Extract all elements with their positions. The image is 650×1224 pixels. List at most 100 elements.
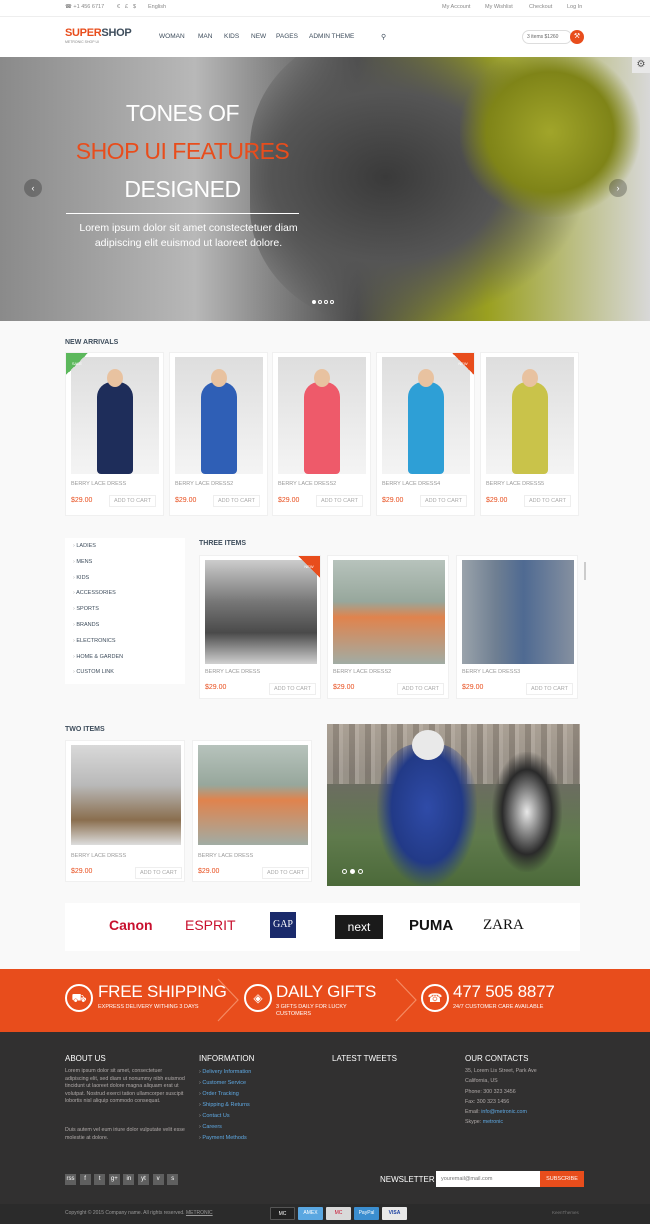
currency-gbp[interactable]: £ (125, 4, 128, 10)
footer-info-link[interactable]: Order Tracking (199, 1091, 238, 1097)
add-to-cart-button[interactable]: ADD TO CART (316, 495, 363, 507)
footer-info-link[interactable]: Shipping & Returns (199, 1102, 249, 1108)
nav-woman[interactable]: WOMAN (159, 33, 185, 40)
banner-dot[interactable] (342, 869, 347, 874)
sidebar-item[interactable]: › BRANDS (73, 622, 99, 628)
gear-icon[interactable]: ⚙ (632, 57, 650, 73)
skype-link[interactable]: metronic (483, 1119, 503, 1125)
product-image[interactable] (462, 560, 574, 664)
shopping-cart-icon[interactable]: ⚒ (570, 30, 584, 44)
googleplus-icon[interactable]: g+ (108, 1174, 120, 1185)
currency-usd[interactable]: $ (133, 4, 136, 10)
nav-pages[interactable]: PAGES (276, 33, 298, 40)
link-checkout[interactable]: Checkout (529, 4, 552, 10)
add-to-cart-button[interactable]: ADD TO CART (269, 683, 316, 695)
product-image[interactable] (175, 357, 263, 474)
brand-puma[interactable]: PUMA (409, 917, 453, 934)
product-card[interactable]: BERRY LACE DRESS $29.00 ADD TO CART SALE (65, 352, 164, 516)
cart-summary[interactable]: 3 items $1260 (522, 30, 572, 44)
nav-kids[interactable]: KIDS (224, 33, 239, 40)
product-card[interactable]: BERRY LACE DRESS2 $29.00 ADD TO CART (169, 352, 268, 516)
product-card[interactable]: BERRY LACE DRESS2 $29.00 ADD TO CART (272, 352, 371, 516)
youtube-icon[interactable]: yt (138, 1174, 149, 1185)
product-card[interactable]: BERRY LACE DRESS3 $29.00 ADD TO CART (456, 555, 578, 699)
copyright-brand[interactable]: METRONIC (186, 1210, 213, 1216)
footer-info-link[interactable]: Payment Methods (199, 1135, 246, 1141)
three-items-title: THREE ITEMS (199, 540, 247, 547)
product-image[interactable] (71, 745, 181, 845)
slider-dot[interactable] (330, 300, 334, 304)
slider-dot[interactable] (318, 300, 322, 304)
brand-zara[interactable]: ZARA (483, 917, 524, 934)
add-to-cart-button[interactable]: ADD TO CART (524, 495, 571, 507)
facebook-icon[interactable]: f (79, 1174, 91, 1185)
prev-arrow-icon[interactable]: ‹ (24, 179, 42, 197)
product-card[interactable]: BERRY LACE DRESS $29.00 ADD TO CART NEW (199, 555, 321, 699)
next-arrow-icon[interactable]: › (609, 179, 627, 197)
product-card[interactable]: BERRY LACE DRESS2 $29.00 ADD TO CART (327, 555, 449, 699)
add-to-cart-button[interactable]: ADD TO CART (526, 683, 573, 695)
slider-dot[interactable] (312, 300, 316, 304)
sports-banner-image[interactable] (327, 724, 580, 886)
sidebar-item[interactable]: › CUSTOM LINK (73, 669, 114, 675)
powered-by[interactable]: KeenThemes (552, 1210, 579, 1215)
sidebar-item[interactable]: › MENS (73, 559, 92, 565)
add-to-cart-button[interactable]: ADD TO CART (135, 867, 182, 879)
footer-info-link[interactable]: Customer Service (199, 1080, 246, 1086)
currency-eur[interactable]: € (117, 4, 120, 10)
language-select[interactable]: English (148, 4, 166, 10)
product-card[interactable]: BERRY LACE DRESS4 $29.00 ADD TO CART NEW (376, 352, 475, 516)
footer-info-link[interactable]: Contact Us (199, 1113, 229, 1119)
sidebar-item[interactable]: › KIDS (73, 575, 89, 581)
product-image[interactable] (198, 745, 308, 845)
product-image[interactable] (486, 357, 574, 474)
hero-slider: TONES OF SHOP UI FEATURES DESIGNED Lorem… (0, 57, 650, 321)
brand-gap[interactable]: GAP (270, 912, 296, 938)
brand-next[interactable]: next (335, 915, 383, 939)
subscribe-button[interactable]: SUBSCRIBE (540, 1171, 584, 1187)
footer-info-link[interactable]: Careers (199, 1124, 222, 1130)
newsletter-email-input[interactable] (436, 1171, 540, 1187)
scrollbar[interactable] (584, 562, 586, 580)
sidebar-item[interactable]: › LADIES (73, 543, 96, 549)
product-card[interactable]: BERRY LACE DRESS5 $29.00 ADD TO CART (480, 352, 579, 516)
nav-admin-theme[interactable]: ADMIN THEME (309, 33, 354, 40)
slider-dot[interactable] (324, 300, 328, 304)
product-card[interactable]: BERRY LACE DRESS $29.00 ADD TO CART (65, 740, 185, 882)
brand-esprit[interactable]: ESPRIT (185, 917, 236, 933)
email-link[interactable]: info@metronic.com (481, 1109, 527, 1115)
add-to-cart-button[interactable]: ADD TO CART (262, 867, 309, 879)
add-to-cart-button[interactable]: ADD TO CART (213, 495, 260, 507)
vimeo-icon[interactable]: v (152, 1174, 164, 1185)
link-my-account[interactable]: My Account (442, 4, 470, 10)
banner-dot-active[interactable] (350, 869, 355, 874)
rss-icon[interactable]: rss (65, 1174, 76, 1185)
skype-icon[interactable]: s (167, 1174, 179, 1185)
product-name: BERRY LACE DRESS2 (175, 481, 234, 487)
link-log-in[interactable]: Log In (567, 4, 582, 10)
nav-man[interactable]: MAN (198, 33, 212, 40)
sidebar-item[interactable]: › HOME & GARDEN (73, 654, 123, 660)
model-head (522, 369, 538, 387)
twitter-icon[interactable]: t (94, 1174, 106, 1185)
footer-info-link[interactable]: Delivery Information (199, 1069, 251, 1075)
product-image[interactable] (333, 560, 445, 664)
phone-text: ☎ +1 456 6717 (65, 4, 105, 10)
product-image[interactable] (278, 357, 366, 474)
sidebar-item[interactable]: › ACCESSORIES (73, 590, 116, 596)
nav-new[interactable]: NEW (251, 33, 266, 40)
mastercard-icon-2: MC (326, 1207, 351, 1220)
product-card[interactable]: BERRY LACE DRESS $29.00 ADD TO CART (192, 740, 312, 882)
banner-dot[interactable] (358, 869, 363, 874)
link-my-wishlist[interactable]: My Wishlist (485, 4, 513, 10)
model-outfit (304, 382, 340, 474)
brand-canon[interactable]: Canon (109, 917, 153, 933)
sidebar-item[interactable]: › ELECTRONICS (73, 638, 116, 644)
logo[interactable]: SUPERSHOP (65, 27, 132, 39)
linkedin-icon[interactable]: in (123, 1174, 135, 1185)
add-to-cart-button[interactable]: ADD TO CART (397, 683, 444, 695)
add-to-cart-button[interactable]: ADD TO CART (420, 495, 467, 507)
add-to-cart-button[interactable]: ADD TO CART (109, 495, 156, 507)
sidebar-item[interactable]: › SPORTS (73, 606, 99, 612)
search-icon[interactable]: ⚲ (381, 33, 386, 41)
